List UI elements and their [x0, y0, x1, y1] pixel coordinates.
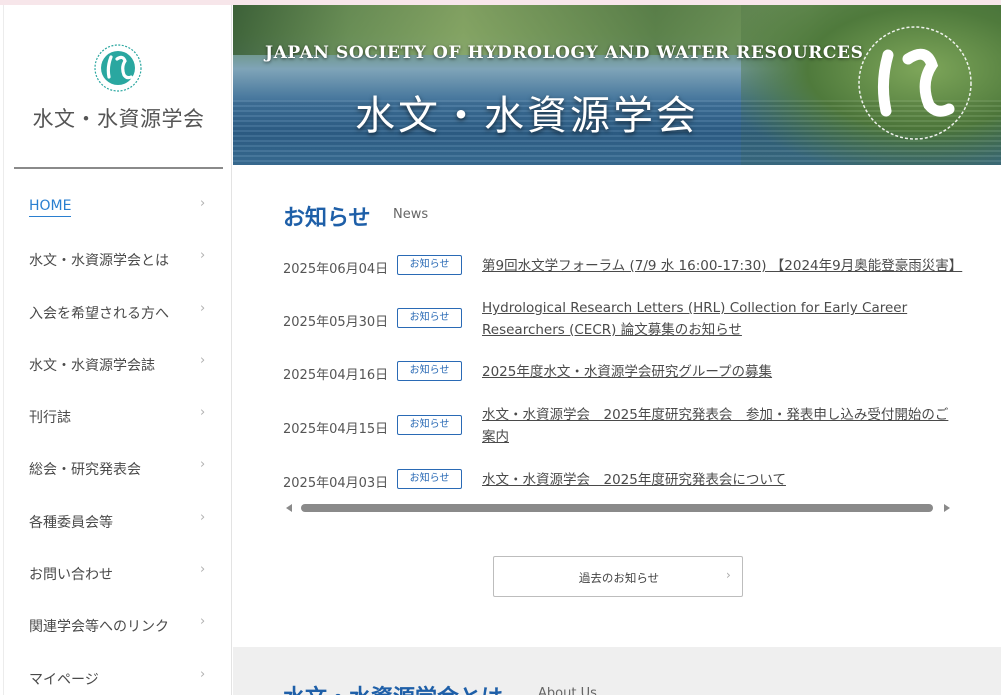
nav-item-label[interactable]: 水文・水資源学会とは	[29, 250, 169, 270]
nav-item-membership[interactable]: 入会を希望される方へ ›	[4, 285, 233, 337]
news-category-badge: お知らせ	[397, 255, 462, 275]
nav-item-home[interactable]: HOME ›	[4, 180, 233, 232]
site-logo[interactable]: 水文・水資源学会	[4, 5, 233, 168]
past-news-button[interactable]: 過去のお知らせ ›	[493, 556, 743, 597]
news-heading: お知らせ	[283, 205, 371, 231]
chevron-right-icon: ›	[200, 666, 206, 682]
news-category-badge: お知らせ	[397, 415, 462, 435]
chevron-right-icon: ›	[200, 614, 206, 630]
news-item: 2025年04月03日 お知らせ 水文・水資源学会 2025年度研究発表会につい…	[283, 469, 963, 493]
news-link[interactable]: 2025年度水文・水資源学会研究グループの募集	[482, 361, 957, 383]
nav-item-label[interactable]: 総会・研究発表会	[29, 459, 141, 479]
news-category-badge: お知らせ	[397, 361, 462, 381]
nav-item-label[interactable]: お問い合わせ	[29, 564, 113, 584]
banner-english-title: JAPAN SOCIETY OF HYDROLOGY AND WATER RES…	[265, 43, 864, 63]
news-link[interactable]: Hydrological Research Letters (HRL) Coll…	[482, 297, 957, 341]
chevron-right-icon: ›	[200, 300, 206, 316]
chevron-right-icon: ›	[200, 562, 206, 578]
site-name: 水文・水資源学会	[32, 107, 205, 131]
news-subheading: News	[393, 207, 429, 222]
nav-item-label[interactable]: HOME	[29, 198, 72, 217]
nav-item-journal[interactable]: 水文・水資源学会誌 ›	[4, 337, 233, 389]
news-category-badge: お知らせ	[397, 469, 462, 489]
sidebar: 水文・水資源学会 HOME › 水文・水資源学会とは › 入会を希望される方へ › 水…	[3, 5, 232, 695]
news-date: 2025年05月30日	[283, 315, 389, 330]
banner-japanese-title: 水文・水資源学会	[355, 93, 699, 139]
news-item: 2025年06月04日 お知らせ 第9回水文学フォーラム (7/9 水 16:0…	[283, 255, 963, 279]
scroll-right-arrow-icon[interactable]	[944, 504, 950, 512]
news-link[interactable]: 第9回水文学フォーラム (7/9 水 16:00-17:30) 【2024年9月…	[482, 255, 962, 277]
chevron-right-icon: ›	[200, 196, 206, 211]
hero-banner: JAPAN SOCIETY OF HYDROLOGY AND WATER RES…	[233, 5, 1001, 165]
news-link[interactable]: 水文・水資源学会 2025年度研究発表会 参加・発表申し込み受付開始のご案内	[482, 404, 957, 448]
scrollbar-thumb[interactable]	[301, 504, 933, 512]
about-subheading: About Us	[538, 686, 597, 695]
about-heading: 水文・水資源学会とは	[283, 680, 503, 695]
nav-item-committees[interactable]: 各種委員会等 ›	[4, 494, 233, 546]
nav-item-links[interactable]: 関連学会等へのリンク ›	[4, 598, 233, 650]
sidebar-divider	[14, 167, 223, 169]
society-logo-icon	[94, 44, 142, 92]
nav-item-label[interactable]: 入会を希望される方へ	[29, 303, 169, 323]
chevron-right-icon: ›	[200, 405, 206, 421]
scroll-left-arrow-icon[interactable]	[286, 504, 292, 512]
news-date: 2025年04月15日	[283, 422, 389, 437]
society-seal-icon	[858, 26, 972, 140]
nav-item-contact[interactable]: お問い合わせ ›	[4, 546, 233, 598]
chevron-right-icon: ›	[200, 509, 206, 525]
news-date: 2025年06月04日	[283, 262, 389, 277]
nav-item-label[interactable]: 関連学会等へのリンク	[29, 616, 169, 636]
nav-item-label[interactable]: 各種委員会等	[29, 512, 113, 532]
news-item: 2025年04月16日 お知らせ 2025年度水文・水資源学会研究グループの募集	[283, 361, 963, 385]
sidebar-nav: HOME › 水文・水資源学会とは › 入会を希望される方へ › 水文・水資源学会誌 ›…	[4, 180, 233, 695]
chevron-right-icon: ›	[200, 352, 206, 368]
nav-item-label[interactable]: 刊行誌	[29, 407, 71, 427]
chevron-right-icon: ›	[200, 457, 206, 473]
nav-item-publications[interactable]: 刊行誌 ›	[4, 389, 233, 441]
news-date: 2025年04月16日	[283, 368, 389, 383]
news-category-badge: お知らせ	[397, 308, 462, 328]
chevron-right-icon: ›	[726, 568, 731, 582]
news-horizontal-scrollbar[interactable]	[286, 503, 950, 513]
news-link[interactable]: 水文・水資源学会 2025年度研究発表会について	[482, 469, 957, 491]
news-date: 2025年04月03日	[283, 476, 389, 491]
chevron-right-icon: ›	[200, 248, 206, 264]
nav-item-label[interactable]: 水文・水資源学会誌	[29, 355, 155, 375]
nav-item-about[interactable]: 水文・水資源学会とは ›	[4, 232, 233, 284]
nav-item-meetings[interactable]: 総会・研究発表会 ›	[4, 441, 233, 493]
nav-item-label[interactable]: マイページ	[29, 669, 99, 689]
past-news-button-label: 過去のお知らせ	[578, 571, 660, 585]
news-item: 2025年04月15日 お知らせ 水文・水資源学会 2025年度研究発表会 参加…	[283, 404, 963, 450]
nav-item-mypage[interactable]: マイページ ›	[4, 651, 233, 695]
news-item: 2025年05月30日 お知らせ Hydrological Research L…	[283, 297, 963, 343]
